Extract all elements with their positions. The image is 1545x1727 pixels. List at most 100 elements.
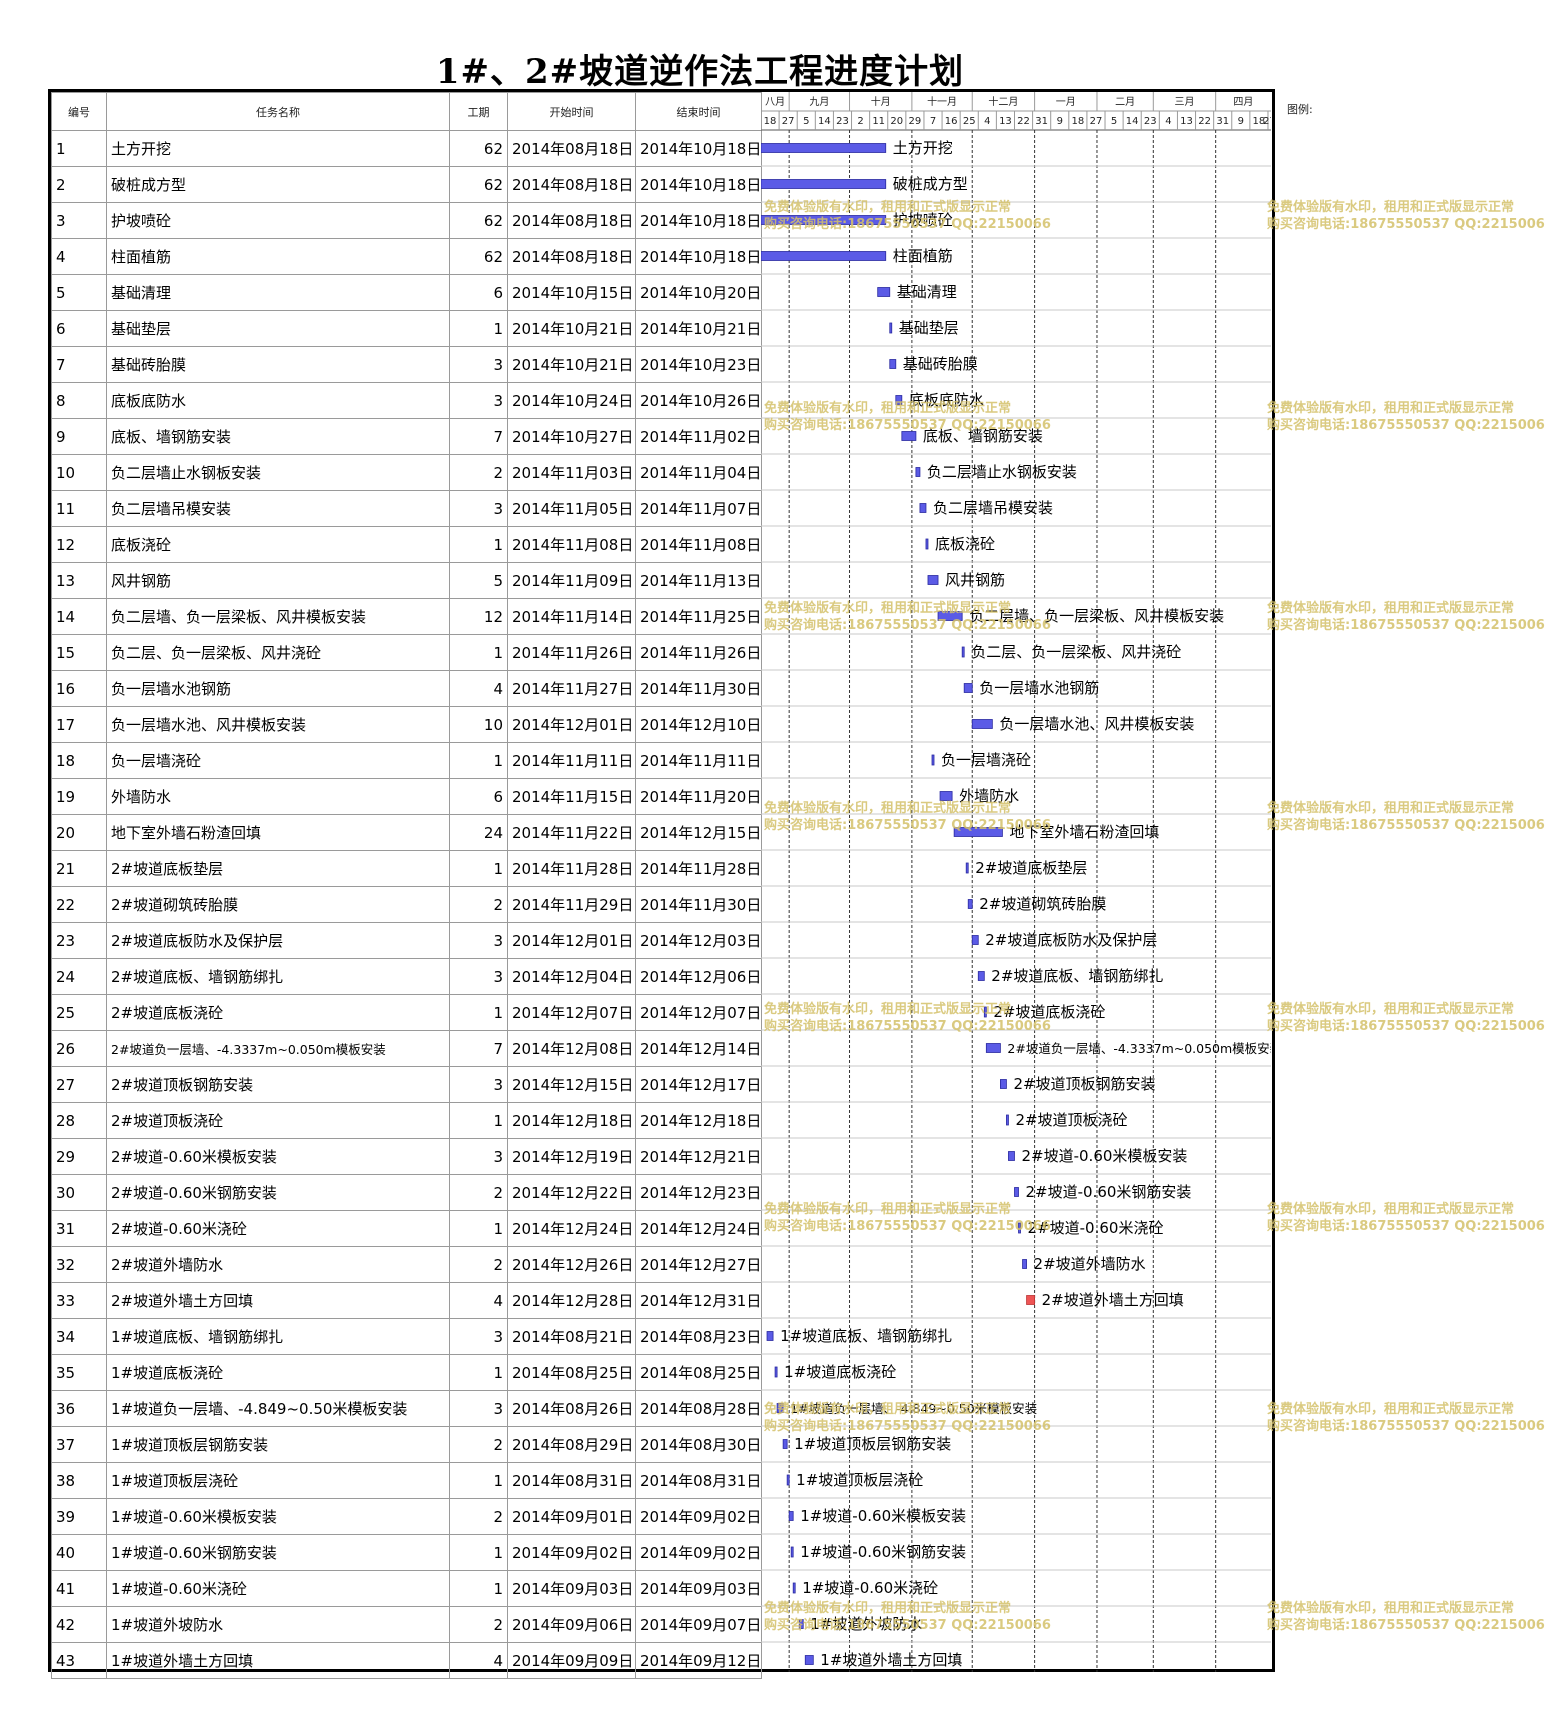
week-tick-label: 11 bbox=[872, 116, 885, 127]
task-name-cell: 1#坡道底板、墙钢筋绑扎 bbox=[106, 1318, 450, 1355]
task-start-cell: 2014年09月01日 bbox=[507, 1498, 636, 1535]
task-id-cell: 12 bbox=[51, 526, 107, 563]
task-duration-cell: 4 bbox=[449, 1282, 508, 1319]
task-duration-cell: 2 bbox=[449, 1174, 508, 1211]
watermark-line2: 购买咨询电话:18675550537 QQ:22150066 bbox=[1267, 818, 1545, 833]
watermark-line1: 免费体验版有水印，租用和正式版显示正常 bbox=[1267, 1601, 1515, 1616]
task-bar bbox=[1006, 1114, 1009, 1126]
table-row: 28 2#坡道顶板浇砼 1 2014年12月18日 2014年12月18日 bbox=[51, 1102, 762, 1139]
task-name-cell: 基础砖胎膜 bbox=[106, 346, 450, 383]
task-bar-label: 2#坡道底板浇砼 bbox=[993, 1003, 1105, 1021]
task-bar-label: 地下室外墙石粉渣回填 bbox=[1009, 823, 1159, 841]
task-name-cell: 2#坡道底板防水及保护层 bbox=[106, 922, 450, 959]
task-name-cell: 1#坡道-0.60米模板安装 bbox=[106, 1498, 450, 1535]
task-start-cell: 2014年12月07日 bbox=[507, 994, 636, 1031]
watermark: 免费体验版有水印，租用和正式版显示正常 购买咨询电话:18675550537 QQ… bbox=[1267, 1001, 1545, 1035]
task-name-cell: 负二层、负一层梁板、风井浇砼 bbox=[106, 634, 450, 671]
table-row: 31 2#坡道-0.60米浇砼 1 2014年12月24日 2014年12月24日 bbox=[51, 1210, 762, 1247]
task-duration-cell: 62 bbox=[449, 238, 508, 275]
task-id-cell: 39 bbox=[51, 1498, 107, 1535]
watermark: 免费体验版有水印，租用和正式版显示正常 购买咨询电话:18675550537 QQ… bbox=[1267, 600, 1545, 634]
task-bar-label: 1#坡道-0.60米钢筋安装 bbox=[800, 1543, 966, 1561]
task-bar bbox=[937, 611, 963, 621]
task-end-cell: 2014年11月30日 bbox=[635, 670, 762, 707]
task-duration-cell: 2 bbox=[449, 454, 508, 491]
table-row: 5 基础清理 6 2014年10月15日 2014年10月20日 bbox=[51, 274, 762, 311]
task-start-cell: 2014年08月18日 bbox=[507, 238, 636, 275]
task-bar-label: 2#坡道负一层墙、-4.3337m~0.050m模板安装 bbox=[1007, 1041, 1271, 1056]
task-duration-cell: 1 bbox=[449, 994, 508, 1031]
table-row: 22 2#坡道砌筑砖胎膜 2 2014年11月29日 2014年11月30日 bbox=[51, 886, 762, 923]
header-start: 开始时间 bbox=[507, 92, 636, 131]
task-bar bbox=[983, 1006, 987, 1018]
week-tick-label: 25 bbox=[963, 116, 976, 127]
task-duration-cell: 7 bbox=[449, 418, 508, 455]
task-bar bbox=[1008, 1151, 1015, 1161]
task-id-cell: 20 bbox=[51, 814, 107, 851]
task-bar-label: 2#坡道底板、墙钢筋绑扎 bbox=[991, 967, 1163, 985]
month-label: 四月 bbox=[1233, 96, 1253, 108]
week-tick-label: 9 bbox=[1057, 116, 1063, 127]
task-bar bbox=[786, 1474, 790, 1486]
task-duration-cell: 3 bbox=[449, 1066, 508, 1103]
task-name-cell: 1#坡道负一层墙、-4.849~0.50米模板安装 bbox=[106, 1390, 450, 1427]
watermark-line2: 购买咨询电话:18675550537 QQ:22150066 bbox=[1267, 217, 1545, 232]
week-tick-label: 4 bbox=[984, 116, 990, 127]
task-bar-label: 风井钢筋 bbox=[945, 571, 1005, 589]
table-row: 15 负二层、负一层梁板、风井浇砼 1 2014年11月26日 2014年11月26日 bbox=[51, 634, 762, 671]
task-start-cell: 2014年10月24日 bbox=[507, 382, 636, 419]
task-duration-cell: 1 bbox=[449, 1534, 508, 1571]
task-name-cell: 1#坡道外坡防水 bbox=[106, 1606, 450, 1643]
table-row: 33 2#坡道外墙土方回填 4 2014年12月28日 2014年12月31日 bbox=[51, 1282, 762, 1319]
table-row: 37 1#坡道顶板层钢筋安装 2 2014年08月29日 2014年08月30日 bbox=[51, 1426, 762, 1463]
task-duration-cell: 4 bbox=[449, 670, 508, 707]
task-bar bbox=[1014, 1187, 1019, 1197]
task-id-cell: 27 bbox=[51, 1066, 107, 1103]
header-name: 任务名称 bbox=[106, 92, 450, 131]
task-name-cell: 破桩成方型 bbox=[106, 166, 450, 203]
week-tick-label: 27 bbox=[1263, 116, 1271, 127]
task-name-cell: 护坡喷砼 bbox=[106, 202, 450, 239]
task-bar bbox=[782, 1439, 788, 1449]
watermark: 免费体验版有水印，租用和正式版显示正常 购买咨询电话:18675550537 QQ… bbox=[1267, 199, 1545, 233]
task-duration-cell: 6 bbox=[449, 274, 508, 311]
task-end-cell: 2014年10月26日 bbox=[635, 382, 762, 419]
task-bar-label: 底板底防水 bbox=[909, 391, 984, 409]
task-start-cell: 2014年12月24日 bbox=[507, 1210, 636, 1247]
week-tick-label: 22 bbox=[1198, 116, 1211, 127]
task-bar bbox=[961, 646, 965, 658]
task-start-cell: 2014年12月08日 bbox=[507, 1030, 636, 1067]
task-id-cell: 21 bbox=[51, 850, 107, 887]
watermark-line2: 购买咨询电话:18675550537 QQ:22150066 bbox=[1267, 1219, 1545, 1234]
table-row: 20 地下室外墙石粉渣回填 24 2014年11月22日 2014年12月15日 bbox=[51, 814, 762, 851]
task-name-cell: 2#坡道-0.60米浇砼 bbox=[106, 1210, 450, 1247]
table-row: 7 基础砖胎膜 3 2014年10月21日 2014年10月23日 bbox=[51, 346, 762, 383]
task-name-cell: 负二层墙吊模安装 bbox=[106, 490, 450, 527]
task-bar-label: 柱面植筋 bbox=[893, 247, 953, 265]
task-start-cell: 2014年12月22日 bbox=[507, 1174, 636, 1211]
task-bar bbox=[953, 827, 1003, 837]
task-bar bbox=[931, 754, 935, 766]
table-row: 24 2#坡道底板、墙钢筋绑扎 3 2014年12月04日 2014年12月06日 bbox=[51, 958, 762, 995]
task-name-cell: 外墙防水 bbox=[106, 778, 450, 815]
task-start-cell: 2014年10月27日 bbox=[507, 418, 636, 455]
table-row: 6 基础垫层 1 2014年10月21日 2014年10月21日 bbox=[51, 310, 762, 347]
task-start-cell: 2014年08月26日 bbox=[507, 1390, 636, 1427]
task-end-cell: 2014年08月28日 bbox=[635, 1390, 762, 1427]
task-bar-label: 外墙防水 bbox=[959, 787, 1019, 805]
month-label: 十一月 bbox=[927, 95, 957, 108]
task-bar bbox=[967, 899, 973, 909]
watermark: 免费体验版有水印，租用和正式版显示正常 购买咨询电话:18675550537 QQ… bbox=[1267, 1201, 1545, 1235]
task-end-cell: 2014年12月23日 bbox=[635, 1174, 762, 1211]
task-duration-cell: 3 bbox=[449, 382, 508, 419]
task-start-cell: 2014年11月09日 bbox=[507, 562, 636, 599]
task-id-cell: 38 bbox=[51, 1462, 107, 1499]
task-bar-label: 负二层、负一层梁板、风井浇砼 bbox=[971, 643, 1181, 661]
task-bar bbox=[971, 719, 993, 729]
task-id-cell: 7 bbox=[51, 346, 107, 383]
week-tick-label: 27 bbox=[782, 116, 795, 127]
table-row: 36 1#坡道负一层墙、-4.849~0.50米模板安装 3 2014年08月26日 2… bbox=[51, 1390, 762, 1427]
task-start-cell: 2014年08月21日 bbox=[507, 1318, 636, 1355]
task-start-cell: 2014年12月26日 bbox=[507, 1246, 636, 1283]
table-row: 29 2#坡道-0.60米模板安装 3 2014年12月19日 2014年12月21日 bbox=[51, 1138, 762, 1175]
